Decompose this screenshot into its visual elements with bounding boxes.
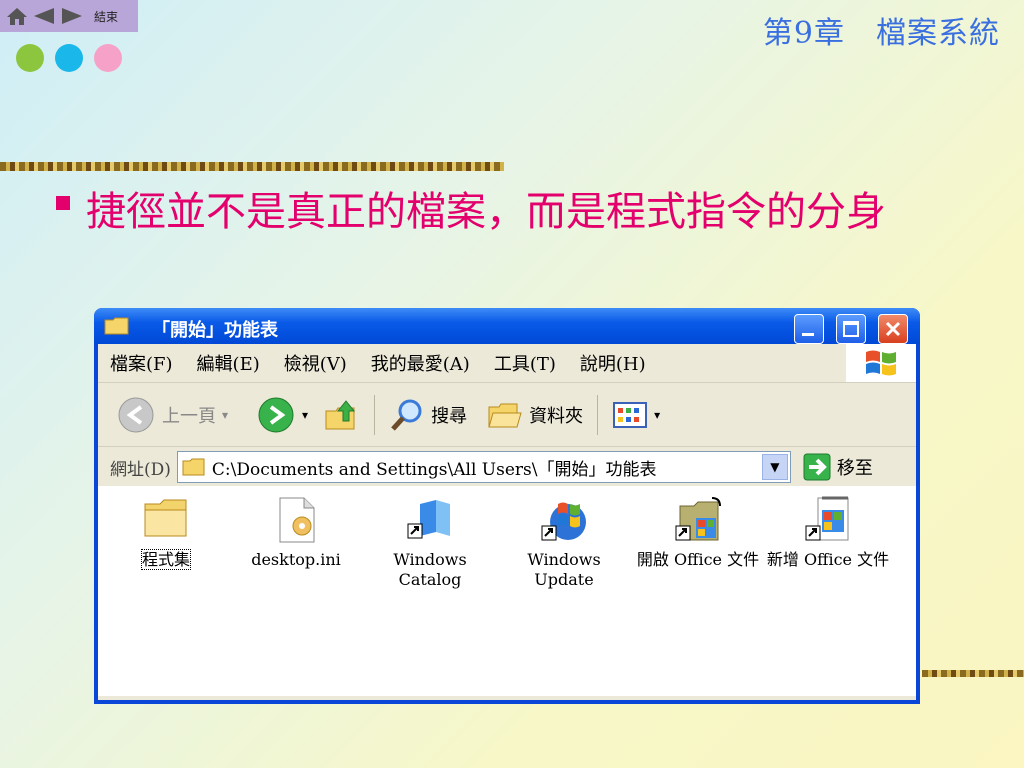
toolbar: 上一頁 ▾ ▾ 搜尋 資料夾 ▾ [98, 383, 916, 447]
decor-rule-bottom [922, 670, 1024, 677]
go-label: 移至 [836, 458, 873, 479]
file-list: 程式集 desktop.ini Windows Catalog Windows … [98, 486, 916, 696]
list-item-desktop-ini[interactable]: desktop.ini [246, 496, 346, 570]
menu-file[interactable]: 檔案(F) [98, 350, 185, 376]
item-label: desktop.ini [251, 550, 341, 569]
back-label: 上一頁 [162, 405, 216, 427]
bullet-marker [56, 196, 70, 210]
list-item-programs[interactable]: 程式集 [116, 496, 216, 570]
folders-button[interactable]: 資料夾 [487, 399, 583, 431]
menu-edit[interactable]: 編輯(E) [185, 350, 272, 376]
end-link[interactable]: 結束 [94, 8, 118, 25]
forward-button[interactable]: ▾ [256, 395, 308, 435]
views-icon [613, 401, 648, 428]
back-button[interactable]: 上一頁 ▾ [116, 395, 228, 435]
go-arrow-icon [803, 453, 831, 481]
title-bar[interactable]: 「開始」功能表 [94, 308, 920, 344]
views-dropdown-icon[interactable]: ▾ [654, 408, 660, 422]
close-button[interactable] [878, 314, 908, 344]
go-button[interactable]: 移至 [803, 453, 873, 481]
forward-arrow-icon [258, 397, 294, 432]
menu-help[interactable]: 說明(H) [568, 350, 658, 376]
blue-dot [55, 44, 83, 72]
folders-label: 資料夾 [529, 405, 584, 427]
up-folder-button[interactable] [324, 397, 360, 433]
decor-dots [16, 44, 122, 72]
ini-file-icon [272, 496, 320, 544]
toolbar-separator [374, 394, 376, 435]
minimize-button[interactable] [794, 314, 824, 344]
item-label: 新增 Office 文件 [766, 550, 890, 569]
views-button[interactable]: ▾ [612, 400, 660, 430]
item-label: Windows Update [527, 550, 601, 589]
forward-dropdown-icon[interactable]: ▾ [302, 408, 308, 422]
window-title: 「開始」功能表 [152, 320, 278, 341]
menu-view[interactable]: 檢視(V) [272, 350, 359, 376]
address-bar: 網址(D) C:\Documents and Settings\All User… [98, 447, 916, 488]
menu-favorites[interactable]: 我的最愛(A) [359, 350, 482, 376]
maximize-button[interactable] [836, 314, 866, 344]
folder-icon [142, 496, 190, 544]
menu-tools[interactable]: 工具(T) [482, 350, 568, 376]
slide-heading: 捷徑並不是真正的檔案，而是程式指令的分身 [86, 189, 886, 235]
list-item-open-office-doc[interactable]: 開啟 Office 文件 [636, 496, 760, 570]
slide-nav: 結束 [0, 0, 138, 32]
item-label: 開啟 Office 文件 [636, 550, 760, 569]
new-office-doc-icon [804, 496, 852, 544]
home-icon[interactable] [6, 6, 28, 26]
folders-icon [488, 403, 522, 427]
decor-rule-top [0, 162, 504, 171]
address-dropdown-icon[interactable]: ▼ [761, 454, 788, 480]
search-label: 搜尋 [431, 405, 468, 427]
list-item-new-office-doc[interactable]: 新增 Office 文件 [766, 496, 890, 570]
search-icon [391, 399, 422, 431]
up-folder-icon [325, 399, 356, 429]
open-office-doc-icon [674, 496, 722, 544]
list-item-windows-update[interactable]: Windows Update [514, 496, 614, 590]
pink-dot [94, 44, 122, 72]
windows-update-icon [540, 496, 588, 544]
next-icon[interactable] [60, 6, 84, 26]
chapter-title: 第9章 檔案系統 [762, 16, 1000, 51]
folder-icon [104, 316, 130, 340]
address-value: C:\Documents and Settings\All Users\「開始」… [211, 459, 657, 480]
menu-bar: 檔案(F) 編輯(E) 檢視(V) 我的最愛(A) 工具(T) 說明(H) [98, 344, 916, 383]
list-item-windows-catalog[interactable]: Windows Catalog [380, 496, 480, 590]
toolbar-separator [597, 394, 599, 435]
prev-icon[interactable] [32, 6, 56, 26]
windows-catalog-icon [406, 496, 454, 544]
item-label: 程式集 [140, 549, 192, 570]
windows-logo-icon [846, 344, 916, 382]
green-dot [16, 44, 44, 72]
search-button[interactable]: 搜尋 [389, 397, 467, 433]
folder-icon [182, 458, 205, 476]
explorer-window: 「開始」功能表 檔案(F) 編輯(E) 檢視(V) 我的最愛(A) 工具(T) … [94, 308, 920, 704]
address-input[interactable]: C:\Documents and Settings\All Users\「開始」… [176, 451, 791, 483]
item-label: Windows Catalog [393, 550, 467, 589]
address-label: 網址(D) [110, 459, 171, 480]
back-dropdown-icon[interactable]: ▾ [222, 408, 228, 422]
back-arrow-icon [118, 397, 154, 432]
